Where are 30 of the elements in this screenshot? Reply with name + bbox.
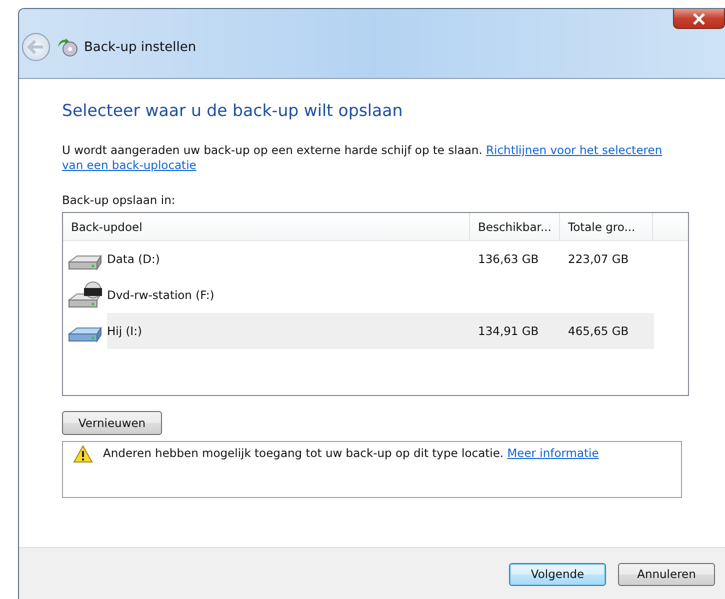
dvd-drive-icon — [67, 281, 103, 309]
next-button[interactable]: Volgende — [509, 562, 606, 586]
list-label: Back-up opslaan in: — [62, 193, 176, 207]
drive-row[interactable]: Data (D:) 136,63 GB 223,07 GB — [107, 241, 654, 277]
back-arrow-icon — [26, 39, 46, 55]
drive-name: Dvd-rw-station (F:) — [107, 288, 216, 302]
guidelines-link[interactable]: Richtlijnen voor het selecteren — [486, 143, 662, 157]
guidelines-link[interactable]: van een back-uplocatie — [62, 158, 196, 172]
drive-row[interactable]: Dvd-rw-station (F:) — [107, 277, 654, 313]
available-space: 136,63 GB — [477, 252, 540, 266]
page-heading: Selecteer waar u de back-up wilt opslaan — [62, 101, 403, 120]
drive-name: Data (D:) — [107, 252, 161, 266]
column-header[interactable]: Beschikbar... — [470, 213, 560, 240]
available-space: 134,91 GB — [477, 324, 540, 338]
column-header[interactable]: Back-updoel — [63, 213, 470, 240]
close-button[interactable] — [673, 9, 725, 29]
backup-icon — [56, 37, 78, 57]
cancel-button[interactable]: Annuleren — [618, 562, 715, 586]
total-size: 465,65 GB — [567, 324, 630, 338]
window-title: Back-up instellen — [84, 40, 196, 54]
intro-text: U wordt aangeraden uw back-up op een externe harde schijf op te slaan. Richtlijnen voor het selecteren van een back-uplocatie — [62, 143, 664, 173]
refresh-button[interactable]: Vernieuwen — [62, 411, 162, 435]
total-size: 223,07 GB — [567, 252, 630, 266]
more-info-link[interactable]: Meer informatie — [507, 446, 599, 460]
close-icon — [692, 12, 706, 24]
drive-row[interactable]: Hij (I:) 134,91 GB 465,65 GB — [107, 313, 654, 349]
notice-text: Anderen hebben mogelijk toegang tot uw back-up op dit type locatie. Meer informatie — [103, 446, 599, 460]
column-header[interactable]: Totale gro... — [560, 213, 653, 240]
warning-icon — [73, 445, 93, 463]
drive-name: Hij (I:) — [107, 324, 143, 338]
